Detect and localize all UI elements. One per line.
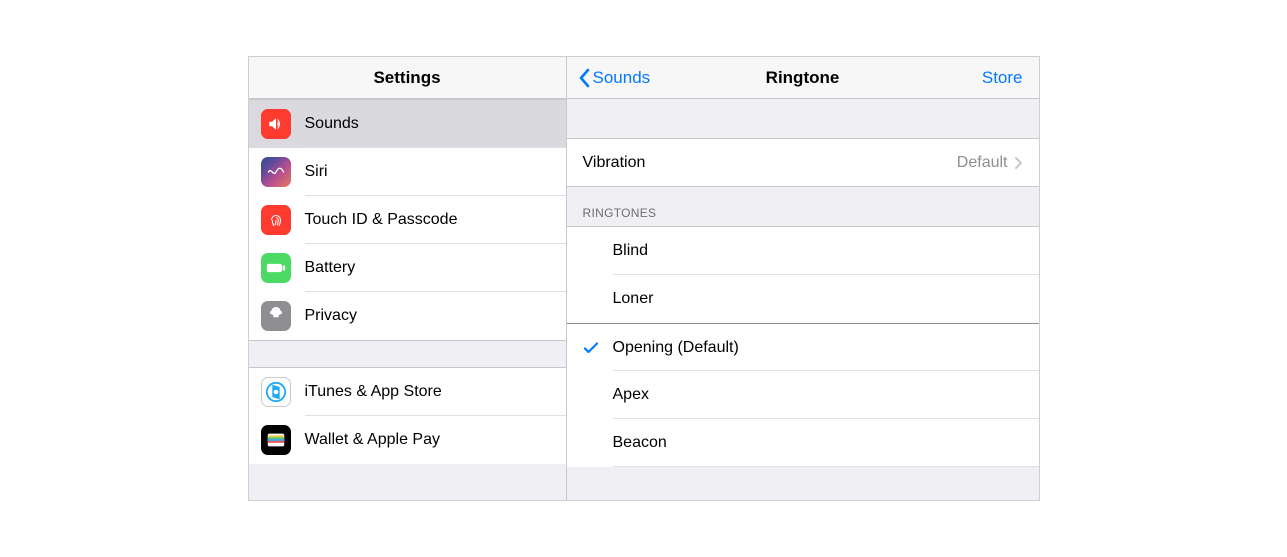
- sidebar-item-sounds[interactable]: Sounds: [249, 100, 566, 148]
- sidebar-item-touchid[interactable]: Touch ID & Passcode: [249, 196, 566, 244]
- sidebar-title: Settings: [249, 57, 566, 99]
- settings-splitview: Settings Sounds Siri Touch: [248, 56, 1040, 501]
- sidebar-item-privacy[interactable]: Privacy: [249, 292, 566, 340]
- sidebar-item-label: Wallet & Apple Pay: [305, 431, 440, 449]
- sidebar-group-2: iTunes & App Store Wallet & Apple Pay: [249, 368, 566, 464]
- chevron-right-icon: [1014, 156, 1023, 170]
- settings-sidebar: Settings Sounds Siri Touch: [249, 57, 567, 500]
- ringtone-row[interactable]: Loner: [567, 275, 1039, 323]
- battery-icon: [261, 253, 291, 283]
- itunes-icon: [261, 377, 291, 407]
- checkmark-icon: [583, 340, 613, 356]
- ringtone-row[interactable]: Opening (Default): [567, 323, 1039, 371]
- ringtone-row[interactable]: Beacon: [567, 419, 1039, 467]
- vibration-label: Vibration: [583, 154, 957, 172]
- sidebar-group-1: Sounds Siri Touch ID & Passcode: [249, 99, 566, 340]
- sidebar-item-label: Siri: [305, 163, 328, 181]
- store-button[interactable]: Store: [982, 68, 1023, 88]
- vibration-value: Default: [957, 154, 1008, 172]
- sidebar-item-label: Touch ID & Passcode: [305, 211, 458, 229]
- ringtone-label: Opening (Default): [613, 339, 739, 357]
- sidebar-item-battery[interactable]: Battery: [249, 244, 566, 292]
- ringtone-row[interactable]: Apex: [567, 371, 1039, 419]
- sidebar-item-label: Privacy: [305, 307, 357, 325]
- ringtone-detail-pane: Sounds Ringtone Store Vibration Default …: [567, 57, 1039, 500]
- vibration-row[interactable]: Vibration Default: [567, 139, 1039, 187]
- ringtones-section-header: RINGTONES: [567, 187, 1039, 227]
- back-button[interactable]: Sounds: [577, 68, 651, 88]
- chevron-left-icon: [577, 68, 591, 88]
- wallet-icon: [261, 425, 291, 455]
- ringtone-row[interactable]: Blind: [567, 227, 1039, 275]
- sidebar-group-separator: [249, 340, 566, 368]
- sidebar-item-wallet[interactable]: Wallet & Apple Pay: [249, 416, 566, 464]
- ringtone-label: Beacon: [613, 434, 667, 452]
- ringtone-label: Apex: [613, 386, 649, 404]
- detail-title: Ringtone: [766, 68, 840, 88]
- privacy-icon: [261, 301, 291, 331]
- touchid-icon: [261, 205, 291, 235]
- detail-navbar: Sounds Ringtone Store: [567, 57, 1039, 99]
- sidebar-item-itunes[interactable]: iTunes & App Store: [249, 368, 566, 416]
- sidebar-item-siri[interactable]: Siri: [249, 148, 566, 196]
- ringtone-label: Blind: [613, 242, 649, 260]
- siri-icon: [261, 157, 291, 187]
- ringtone-label: Loner: [613, 290, 654, 308]
- section-gap: [567, 99, 1039, 139]
- sidebar-item-label: Sounds: [305, 115, 359, 133]
- sounds-icon: [261, 109, 291, 139]
- sidebar-item-label: Battery: [305, 259, 356, 277]
- sidebar-item-label: iTunes & App Store: [305, 383, 442, 401]
- back-label: Sounds: [593, 68, 651, 88]
